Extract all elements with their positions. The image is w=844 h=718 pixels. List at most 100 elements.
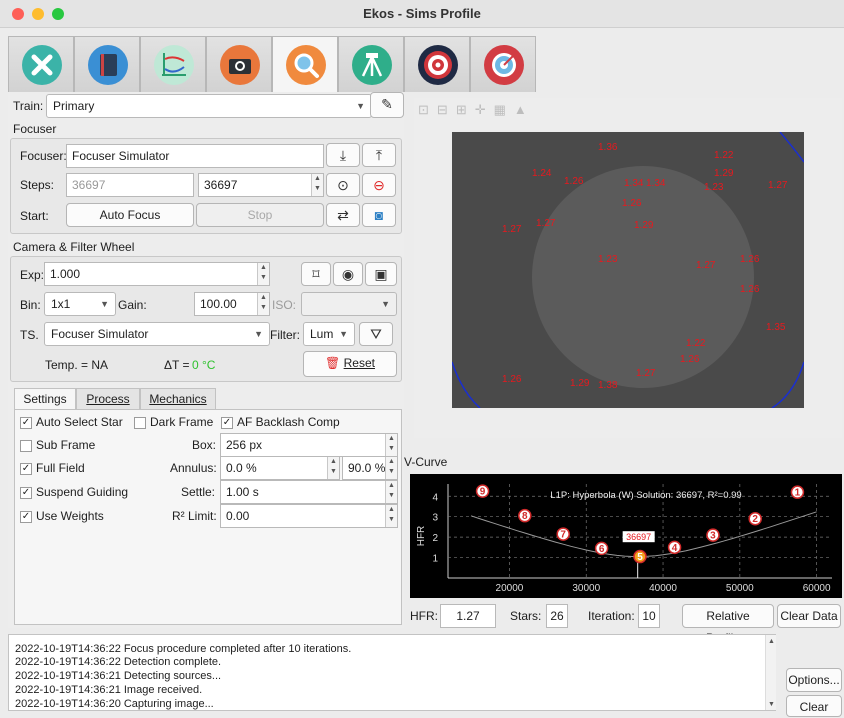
full-field-checkbox[interactable]: ✓ (20, 463, 32, 475)
tab-process[interactable]: Process (76, 388, 140, 410)
auto-focus-button[interactable]: Auto Focus (66, 203, 194, 227)
annulus-max-field[interactable]: 90.0 % ▲ ▼ (342, 456, 398, 480)
scroll-up-icon[interactable]: ▲ (766, 638, 777, 645)
subframe-reset-button[interactable]: ⌑ (301, 262, 331, 286)
hfr-label: HFR: (410, 609, 438, 623)
frame-corners-icon: ⌑ (312, 266, 320, 282)
stop-focus-button[interactable]: Stop (196, 203, 324, 227)
camera-section-title: Camera & Filter Wheel (13, 240, 135, 254)
annulus-min-spin[interactable]: ▲ ▼ (327, 457, 339, 479)
hfr-annotation: 1.27 (696, 260, 716, 271)
camera-preview-icon: ▣ (374, 266, 388, 282)
tab-setup[interactable] (8, 36, 74, 92)
goto-circle-icon: ⊙ (337, 177, 349, 193)
tab-mechanics[interactable]: Mechanics (140, 388, 216, 410)
vcurve-plot[interactable]: 4 3 2 1 20000 30000 40000 50000 60000 HFR L1P: Hyp… (410, 474, 842, 598)
log-scrollbar[interactable]: ▲ ▼ (765, 635, 776, 710)
filter-combo[interactable]: Lum ▼ (303, 322, 355, 346)
clear-data-button[interactable]: Clear Data (777, 604, 841, 628)
stop-focuser-button[interactable]: ⊖ (362, 173, 396, 197)
train-combo[interactable]: Primary ▼ (46, 94, 372, 118)
hfr-annotation: 1.29 (634, 220, 654, 231)
exposure-spin-arrows[interactable]: ▲ ▼ (257, 263, 269, 285)
star-icon[interactable]: ▲ (514, 102, 535, 117)
auto-select-star-checkbox[interactable]: ✓ (20, 417, 32, 429)
x-tick-label: 20000 (496, 583, 524, 594)
goto-position-button[interactable]: ⊙ (326, 173, 360, 197)
tab-scheduler[interactable] (74, 36, 140, 92)
data-point-label: 4 (672, 543, 678, 554)
hfr-annotation: 1.26 (740, 284, 760, 295)
zoom-out-icon[interactable]: ⊟ (437, 102, 456, 117)
use-weights-label: Use Weights (36, 509, 104, 523)
grid-icon[interactable]: ▦ (494, 102, 514, 117)
focuser-field[interactable]: Focuser Simulator (66, 144, 324, 168)
sub-frame-label: Sub Frame (36, 438, 96, 452)
bin-combo[interactable]: 1x1 ▼ (44, 292, 116, 316)
tab-guide[interactable] (470, 36, 536, 92)
log-panel[interactable]: 2022-10-19T14:36:22 Focus procedure comp… (8, 634, 776, 711)
edit-train-button[interactable]: ✎ (370, 92, 404, 118)
box-spin-arrows[interactable]: ▲ ▼ (385, 434, 397, 456)
reset-button[interactable]: 🗑 Reset (303, 351, 397, 377)
log-line: 2022-10-19T14:36:21 Image received. (15, 684, 203, 696)
train-value: Primary (53, 99, 95, 113)
suspend-guiding-checkbox[interactable]: ✓ (20, 487, 32, 499)
r2-limit-field[interactable]: 0.00 ▲ ▼ (220, 504, 398, 528)
af-backlash-checkbox[interactable]: ✓ (221, 417, 233, 429)
annulus-max-value: 90.0 % (348, 461, 386, 475)
tab-focus[interactable] (272, 36, 338, 93)
guide-target-icon (484, 45, 524, 85)
focus-in-button[interactable]: ⤓ (326, 143, 360, 167)
tab-align[interactable] (404, 36, 470, 92)
crosshair-icon[interactable]: ✛ (475, 102, 494, 117)
r2-spin-arrows[interactable]: ▲ ▼ (385, 505, 397, 527)
hfr-annotation: 1.26 (622, 198, 642, 209)
tab-mount[interactable] (338, 36, 404, 92)
tab-mechanics-label: Mechanics (149, 392, 207, 406)
steps-target-field[interactable]: 36697 ▲ ▼ (198, 173, 324, 197)
zoom-fit-icon[interactable]: ⊞ (456, 102, 475, 117)
analyze-graph-icon (154, 45, 194, 85)
sub-frame-checkbox[interactable] (20, 440, 32, 452)
zoom-in-icon[interactable]: ⊡ (418, 102, 437, 117)
gain-spin-arrows[interactable]: ▲ ▼ (257, 293, 269, 315)
x-tick-label: 60000 (803, 583, 831, 594)
options-button[interactable]: Options... (786, 668, 842, 692)
focus-out-button[interactable]: ⤒ (362, 143, 396, 167)
annulus-max-spin[interactable]: ▲ ▼ (385, 457, 397, 479)
r2-limit-value: 0.00 (226, 509, 250, 523)
ts-combo[interactable]: Focuser Simulator ▼ (44, 322, 270, 346)
annulus-min-field[interactable]: 0.0 % ▲ ▼ (220, 456, 340, 480)
clear-log-button[interactable]: Clear (786, 695, 842, 717)
filter-settings-button[interactable]: ⛛ (359, 322, 393, 346)
hfr-annotation: 1.36 (598, 142, 618, 153)
box-size-field[interactable]: 256 px ▲ ▼ (220, 433, 398, 457)
box-size-value: 256 px (226, 438, 263, 452)
relative-profile-button[interactable]: Relative Profile... (682, 604, 774, 645)
gain-field[interactable]: 100.00 ▲ ▼ (194, 292, 270, 316)
tab-analyze[interactable] (140, 36, 206, 92)
x-tick-label: 30000 (572, 583, 600, 594)
settle-spin-arrows[interactable]: ▲ ▼ (385, 481, 397, 503)
tab-capture[interactable] (206, 36, 272, 92)
y-tick-label: 4 (432, 492, 438, 503)
loop-button[interactable]: ⇄ (326, 203, 360, 227)
tab-settings[interactable]: Settings (14, 388, 76, 410)
capture-preview-button[interactable]: ▣ (365, 262, 397, 286)
hfr-annotation: 1.26 (502, 374, 522, 385)
minimum-label: 36697 (626, 532, 651, 542)
use-weights-checkbox[interactable]: ✓ (20, 511, 32, 523)
dark-frame-checkbox[interactable] (134, 417, 146, 429)
delta-t-label: ΔT = (164, 358, 190, 372)
hfr-annotation: 1.24 (532, 168, 552, 179)
tripod-icon (352, 45, 392, 85)
stretch-button[interactable]: ◉ (333, 262, 363, 286)
capture-frame-button[interactable]: ◙ (362, 203, 396, 227)
steps-spin-arrows[interactable]: ▲ ▼ (311, 174, 323, 196)
settle-field[interactable]: 1.00 s ▲ ▼ (220, 480, 398, 504)
loop-arrows-icon: ⇄ (337, 207, 349, 223)
scroll-down-icon[interactable]: ▼ (766, 701, 777, 708)
iso-combo[interactable]: ▼ (301, 292, 397, 316)
exposure-field[interactable]: 1.000 ▲ ▼ (44, 262, 270, 286)
